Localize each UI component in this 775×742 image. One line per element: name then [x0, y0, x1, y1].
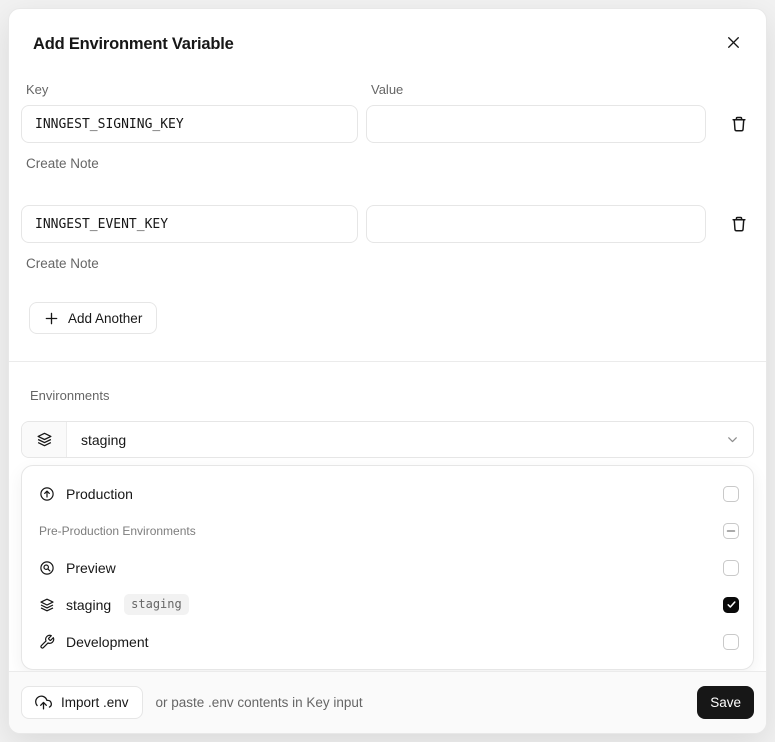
env-option-staging[interactable]: staging staging — [34, 586, 741, 623]
add-another-label: Add Another — [68, 310, 143, 326]
environments-select-icon-cell — [22, 422, 67, 457]
environments-selected-value: staging — [81, 431, 127, 448]
key-input[interactable] — [21, 105, 358, 143]
layers-icon — [39, 597, 55, 613]
modal-footer: Import .env or paste .env contents in Ke… — [9, 671, 766, 733]
checkbox-indeterminate[interactable] — [723, 522, 739, 539]
checkbox-checked[interactable] — [723, 596, 739, 613]
close-icon — [725, 34, 742, 51]
value-label: Value — [371, 82, 404, 97]
delete-row-button[interactable] — [726, 211, 752, 237]
add-another-button[interactable]: Add Another — [29, 302, 158, 334]
environments-select[interactable]: staging — [21, 421, 754, 458]
env-slug-badge: staging — [124, 594, 189, 615]
environments-section: Environments staging Production Pre-Prod… — [9, 362, 766, 670]
checkbox-unchecked[interactable] — [723, 485, 739, 502]
close-button[interactable] — [723, 32, 744, 53]
create-note-link[interactable]: Create Note — [26, 156, 99, 171]
variable-row — [21, 105, 754, 143]
environments-dropdown-panel: Production Pre-Production Environments P… — [21, 465, 754, 670]
variables-form: Key Value Create Note — [9, 54, 766, 361]
create-note-link[interactable]: Create Note — [26, 256, 99, 271]
env-option-label: staging — [66, 596, 112, 613]
env-option-preview[interactable]: Preview — [34, 549, 741, 586]
checkbox-unchecked[interactable] — [723, 633, 739, 650]
page-title: Add Environment Variable — [33, 35, 234, 53]
variable-row — [21, 205, 754, 243]
cloud-upload-icon — [35, 694, 52, 711]
import-env-label: Import .env — [61, 695, 129, 710]
save-button[interactable]: Save — [697, 686, 754, 719]
key-input[interactable] — [21, 205, 358, 243]
trash-icon — [730, 215, 748, 233]
value-input[interactable] — [366, 105, 706, 143]
env-option-label: Production — [66, 485, 133, 502]
value-input[interactable] — [366, 205, 706, 243]
key-label: Key — [26, 82, 49, 97]
import-env-button[interactable]: Import .env — [21, 686, 143, 719]
delete-row-button[interactable] — [726, 111, 752, 137]
layers-icon — [36, 431, 53, 448]
chevron-down-icon — [725, 422, 753, 457]
checkbox-unchecked[interactable] — [723, 559, 739, 576]
magnifier-circle-icon — [39, 560, 55, 576]
plus-icon — [44, 311, 59, 326]
paste-hint-text: or paste .env contents in Key input — [155, 695, 363, 710]
env-option-label: Preview — [66, 559, 116, 576]
env-group-pre-production[interactable]: Pre-Production Environments — [34, 512, 741, 549]
env-option-label: Development — [66, 633, 149, 650]
env-option-production[interactable]: Production — [34, 475, 741, 512]
wrench-icon — [39, 634, 55, 650]
add-env-var-modal: Add Environment Variable Key Value INNGE… — [8, 8, 767, 734]
trash-icon — [730, 115, 748, 133]
modal-header: Add Environment Variable — [9, 9, 766, 54]
env-option-development[interactable]: Development — [34, 623, 741, 660]
environments-label: Environments — [30, 388, 110, 403]
env-group-label: Pre-Production Environments — [39, 523, 196, 538]
arrow-up-circle-icon — [39, 486, 55, 502]
